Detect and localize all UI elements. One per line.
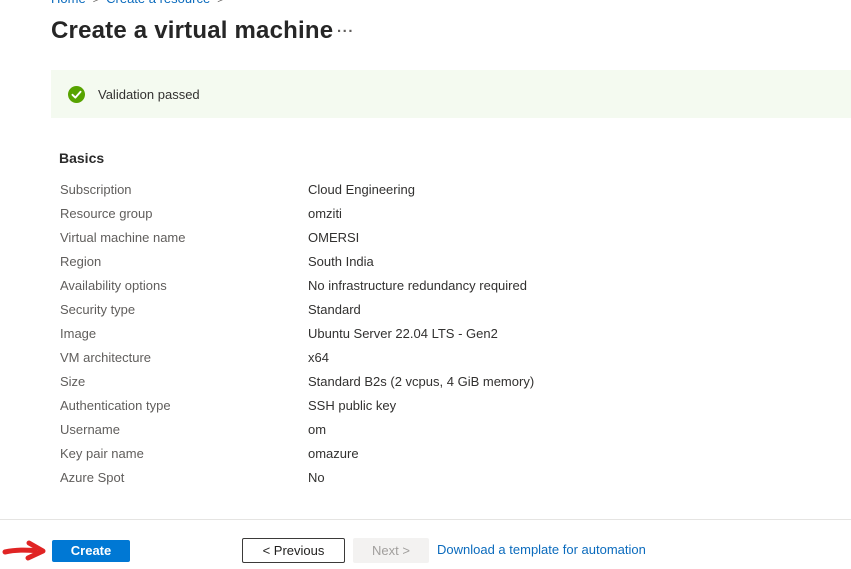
breadcrumb-separator: >: [217, 0, 223, 6]
table-row: Azure Spot No: [60, 465, 800, 489]
next-button[interactable]: Next >: [353, 538, 429, 563]
field-label: Resource group: [60, 206, 308, 221]
table-row: Availability options No infrastructure r…: [60, 273, 800, 297]
validation-banner-text: Validation passed: [98, 87, 200, 102]
field-label: Azure Spot: [60, 470, 308, 485]
breadcrumb-separator: >: [93, 0, 99, 6]
field-value: Ubuntu Server 22.04 LTS - Gen2: [308, 326, 498, 341]
field-value: SSH public key: [308, 398, 396, 413]
validation-banner: Validation passed: [51, 70, 851, 118]
table-row: Username om: [60, 417, 800, 441]
table-row: Virtual machine name OMERSI: [60, 225, 800, 249]
field-value: Standard B2s (2 vcpus, 4 GiB memory): [308, 374, 534, 389]
footer-divider: [0, 519, 851, 520]
field-value: South India: [308, 254, 374, 269]
field-label: Username: [60, 422, 308, 437]
download-template-link[interactable]: Download a template for automation: [437, 542, 646, 557]
field-value: om: [308, 422, 326, 437]
field-value: Standard: [308, 302, 361, 317]
field-label: Availability options: [60, 278, 308, 293]
table-row: Resource group omziti: [60, 201, 800, 225]
table-row: Key pair name omazure: [60, 441, 800, 465]
breadcrumb: Home > Create a resource >: [51, 0, 231, 6]
table-row: Region South India: [60, 249, 800, 273]
field-value: OMERSI: [308, 230, 359, 245]
field-label: Security type: [60, 302, 308, 317]
field-label: Authentication type: [60, 398, 308, 413]
field-value: No: [308, 470, 325, 485]
more-options-icon[interactable]: ...: [337, 20, 354, 36]
field-value: x64: [308, 350, 329, 365]
field-value: omziti: [308, 206, 342, 221]
field-label: Subscription: [60, 182, 308, 197]
table-row: Image Ubuntu Server 22.04 LTS - Gen2: [60, 321, 800, 345]
section-heading-basics: Basics: [59, 150, 104, 166]
create-vm-page: Home > Create a resource > Create a virtual…: [0, 0, 851, 569]
basics-summary-table: Subscription Cloud Engineering Resource …: [60, 177, 800, 489]
table-row: VM architecture x64: [60, 345, 800, 369]
annotation-arrow-icon: [2, 539, 52, 563]
field-label: VM architecture: [60, 350, 308, 365]
page-title: Create a virtual machine: [51, 17, 333, 45]
breadcrumb-create-a-resource-link[interactable]: Create a resource: [106, 0, 210, 6]
field-value: No infrastructure redundancy required: [308, 278, 527, 293]
table-row: Subscription Cloud Engineering: [60, 177, 800, 201]
success-check-icon: [68, 86, 85, 103]
field-label: Size: [60, 374, 308, 389]
field-value: omazure: [308, 446, 359, 461]
field-label: Key pair name: [60, 446, 308, 461]
field-value: Cloud Engineering: [308, 182, 415, 197]
table-row: Authentication type SSH public key: [60, 393, 800, 417]
previous-button[interactable]: < Previous: [242, 538, 345, 563]
field-label: Image: [60, 326, 308, 341]
table-row: Security type Standard: [60, 297, 800, 321]
field-label: Virtual machine name: [60, 230, 308, 245]
create-button[interactable]: Create: [52, 540, 130, 562]
table-row: Size Standard B2s (2 vcpus, 4 GiB memory…: [60, 369, 800, 393]
field-label: Region: [60, 254, 308, 269]
breadcrumb-home-link[interactable]: Home: [51, 0, 86, 6]
